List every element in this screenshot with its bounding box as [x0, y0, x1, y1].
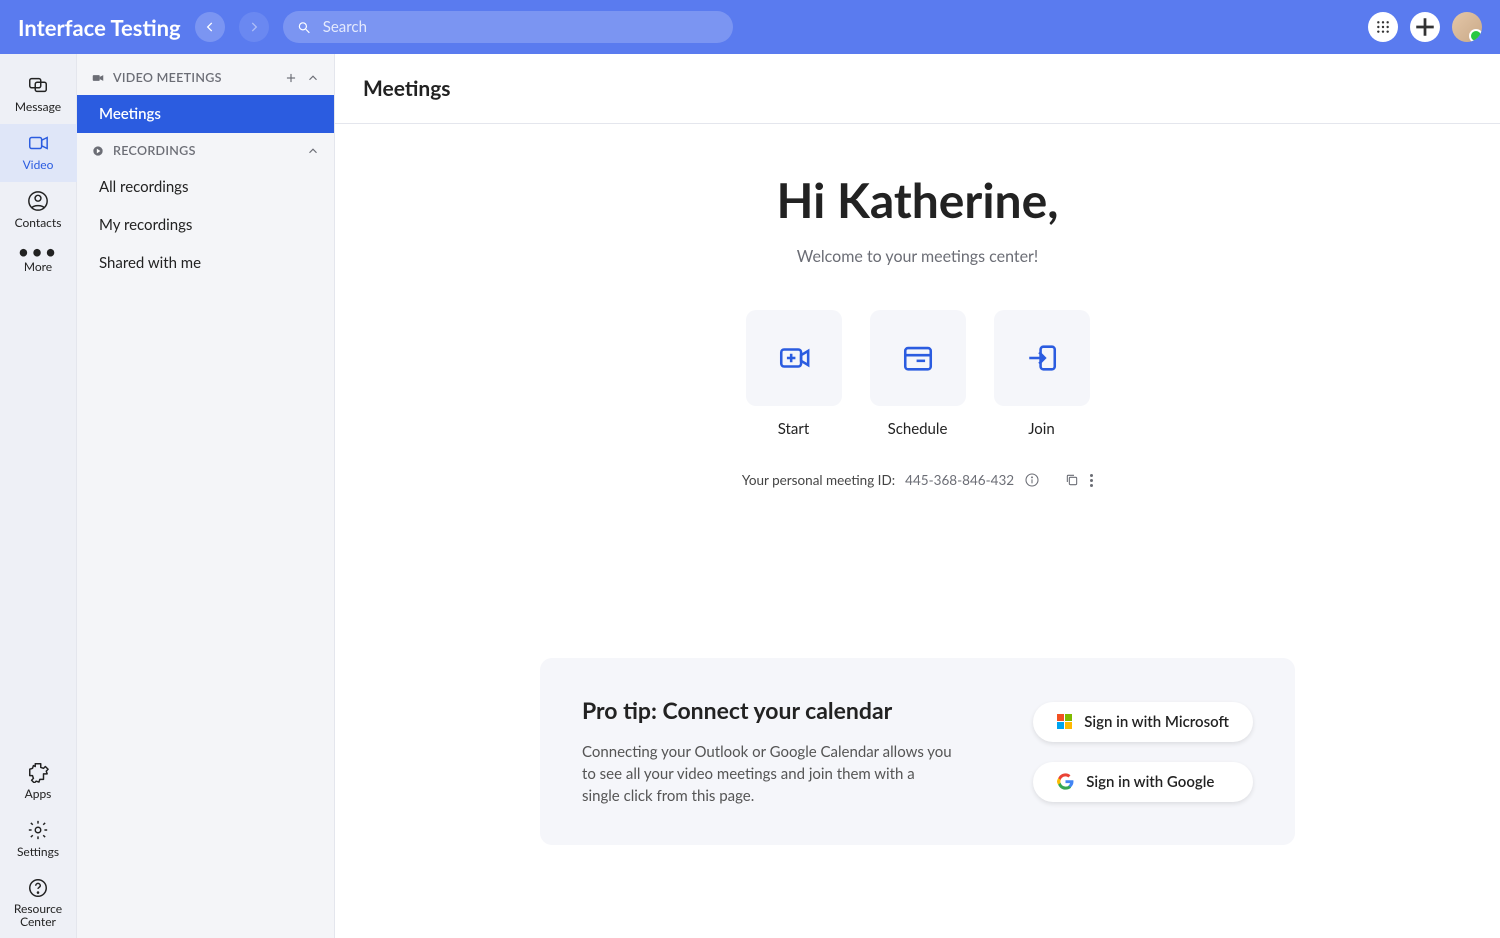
rail-video-label: Video: [23, 157, 54, 172]
more-icon: •••: [18, 248, 59, 256]
sign-in-google-label: Sign in with Google: [1086, 773, 1214, 791]
apps-icon: [27, 761, 49, 783]
nav-forward-button[interactable]: [239, 12, 269, 42]
settings-icon: [27, 819, 49, 841]
tile-join[interactable]: Join: [994, 310, 1090, 438]
help-icon: [27, 877, 49, 899]
personal-meeting-id: Your personal meeting ID: 445-368-846-43…: [742, 472, 1093, 488]
google-logo-icon: [1057, 773, 1074, 790]
pmi-more-button[interactable]: [1090, 474, 1093, 487]
video-icon: [27, 132, 49, 154]
calendar-tip-card: Pro tip: Connect your calendar Connectin…: [540, 658, 1295, 845]
rail-apps[interactable]: Apps: [0, 753, 77, 811]
pmi-value: 445-368-846-432: [905, 472, 1014, 488]
rail-resource-label: Resource Center: [0, 902, 77, 928]
rail-more[interactable]: ••• More: [0, 240, 77, 284]
tip-body: Connecting your Outlook or Google Calend…: [582, 742, 952, 807]
section-video-meetings-label: VIDEO MEETINGS: [113, 70, 222, 85]
join-icon: [1025, 341, 1059, 375]
tile-schedule[interactable]: Schedule: [870, 310, 966, 438]
nav-rail: Message Video Contacts ••• More Apps Set…: [0, 54, 77, 938]
rail-message[interactable]: Message: [0, 66, 77, 124]
app-title: Interface Testing: [18, 14, 181, 41]
sign-in-microsoft-button[interactable]: Sign in with Microsoft: [1033, 702, 1253, 742]
microsoft-logo-icon: [1057, 714, 1072, 729]
info-icon[interactable]: [1024, 472, 1040, 488]
panel-item-meetings[interactable]: Meetings: [77, 95, 334, 133]
rail-contacts[interactable]: Contacts: [0, 182, 77, 240]
rail-contacts-label: Contacts: [15, 215, 62, 230]
action-tiles: Start Schedule Join: [746, 310, 1090, 438]
sign-in-microsoft-label: Sign in with Microsoft: [1084, 713, 1229, 731]
top-bar: Interface Testing: [0, 0, 1500, 54]
dialpad-icon: [1375, 19, 1391, 35]
contacts-icon: [27, 190, 49, 212]
section-video-meetings[interactable]: VIDEO MEETINGS: [77, 60, 334, 95]
rail-apps-label: Apps: [25, 786, 52, 801]
panel-item-my-recordings[interactable]: My recordings: [77, 206, 334, 244]
tile-join-label: Join: [1028, 420, 1055, 438]
tile-start-label: Start: [778, 420, 809, 438]
rail-resource-center[interactable]: Resource Center: [0, 869, 77, 938]
rail-video[interactable]: Video: [0, 124, 77, 182]
greeting: Hi Katherine,: [777, 172, 1059, 229]
sign-in-google-button[interactable]: Sign in with Google: [1033, 762, 1253, 802]
side-panel: VIDEO MEETINGS Meetings RECORDINGS All r…: [77, 54, 335, 938]
start-meeting-icon: [777, 341, 811, 375]
schedule-icon: [901, 341, 935, 375]
tip-title: Pro tip: Connect your calendar: [582, 696, 993, 724]
rail-settings-label: Settings: [17, 844, 59, 859]
greeting-subtitle: Welcome to your meetings center!: [797, 247, 1038, 266]
plus-icon: [1410, 12, 1440, 42]
section-recordings[interactable]: RECORDINGS: [77, 133, 334, 168]
pmi-label: Your personal meeting ID:: [742, 472, 895, 488]
copy-icon[interactable]: [1064, 472, 1080, 488]
recordings-icon: [91, 144, 105, 158]
message-icon: [27, 74, 49, 96]
tile-schedule-label: Schedule: [888, 420, 948, 438]
collapse-video-meetings-icon[interactable]: [306, 71, 320, 85]
section-recordings-label: RECORDINGS: [113, 143, 196, 158]
page-title: Meetings: [335, 54, 1500, 124]
rail-settings[interactable]: Settings: [0, 811, 77, 869]
chevron-left-icon: [203, 20, 217, 34]
user-avatar[interactable]: [1452, 12, 1482, 42]
tile-start[interactable]: Start: [746, 310, 842, 438]
add-meeting-icon[interactable]: [284, 71, 298, 85]
main-content: Meetings Hi Katherine, Welcome to your m…: [335, 54, 1500, 938]
nav-back-button[interactable]: [195, 12, 225, 42]
rail-more-label: More: [24, 259, 52, 274]
dialpad-button[interactable]: [1368, 12, 1398, 42]
video-small-icon: [91, 71, 105, 85]
chevron-right-icon: [247, 20, 261, 34]
collapse-recordings-icon[interactable]: [306, 144, 320, 158]
search-input[interactable]: [321, 17, 719, 37]
top-right-controls: [1368, 12, 1482, 42]
panel-item-shared-with-me[interactable]: Shared with me: [77, 244, 334, 282]
search-field[interactable]: [283, 11, 733, 43]
search-icon: [297, 20, 311, 35]
panel-item-all-recordings[interactable]: All recordings: [77, 168, 334, 206]
rail-message-label: Message: [15, 99, 61, 114]
new-button[interactable]: [1410, 12, 1440, 42]
